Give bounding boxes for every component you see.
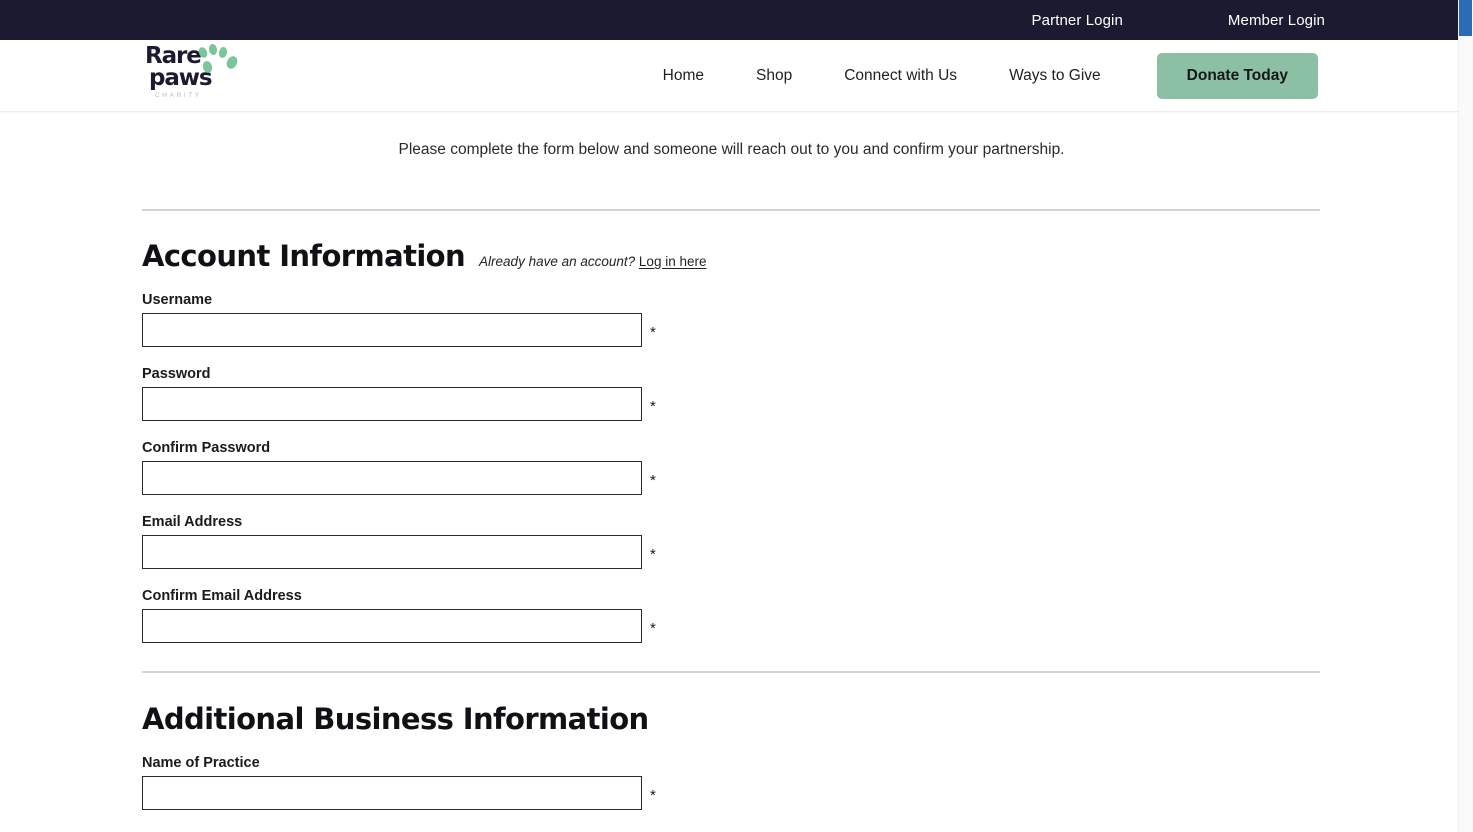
required-indicator: * bbox=[650, 786, 656, 804]
account-login-question: Already have an account? bbox=[479, 254, 636, 269]
intro-text: Please complete the form below and someo… bbox=[398, 141, 1065, 158]
page-content: Please complete the form below and someo… bbox=[0, 112, 1473, 810]
member-login-link[interactable]: Member Login bbox=[1228, 12, 1325, 29]
page-title: Account Information bbox=[142, 239, 466, 273]
nav-item-ways-to-give[interactable]: Ways to Give bbox=[1009, 67, 1101, 85]
field-confirm-email-address: Confirm Email Address * bbox=[142, 588, 1320, 643]
name-of-practice-input[interactable] bbox=[142, 776, 642, 810]
donate-today-button[interactable]: Donate Today bbox=[1156, 52, 1318, 99]
field-label-name-of-practice: Name of Practice bbox=[142, 755, 260, 771]
input-row: * bbox=[142, 387, 1320, 421]
additional-business-information-title: Additional Business Information bbox=[142, 702, 649, 736]
field-confirm-password: Confirm Password * bbox=[142, 440, 1320, 495]
account-information-header: Account Information Already have an acco… bbox=[142, 239, 1320, 273]
section-divider-top bbox=[142, 209, 1320, 211]
required-indicator: * bbox=[650, 323, 656, 341]
field-label-confirm-password: Confirm Password bbox=[142, 440, 271, 456]
nav-item-connect-with-us[interactable]: Connect with Us bbox=[844, 67, 957, 85]
confirm-password-input[interactable] bbox=[142, 461, 642, 495]
required-indicator: * bbox=[650, 619, 656, 637]
email-address-input[interactable] bbox=[142, 535, 642, 569]
required-indicator: * bbox=[650, 397, 656, 415]
partner-login-link[interactable]: Partner Login bbox=[1032, 12, 1123, 29]
logo-tagline: CHARITY bbox=[155, 91, 202, 99]
input-row: * bbox=[142, 535, 1320, 569]
nav-item-shop[interactable]: Shop bbox=[756, 67, 792, 85]
password-input[interactable] bbox=[142, 387, 642, 421]
site-logo[interactable]: Rare paws CHARITY bbox=[143, 42, 247, 106]
page-scrollbar[interactable] bbox=[1458, 0, 1473, 832]
confirm-email-address-input[interactable] bbox=[142, 609, 642, 643]
logo-line-2: paws bbox=[149, 64, 213, 91]
account-login-note: Already have an account? Log in here bbox=[479, 254, 706, 269]
form-container: Account Information Already have an acco… bbox=[142, 209, 1320, 810]
input-row: * bbox=[142, 313, 1320, 347]
username-input[interactable] bbox=[142, 313, 642, 347]
field-label-confirm-email-address: Confirm Email Address bbox=[142, 588, 302, 604]
log-in-here-link[interactable]: Log in here bbox=[639, 254, 707, 269]
field-password: Password * bbox=[142, 366, 1320, 421]
site-header: Rare paws CHARITY Home Shop Connect with… bbox=[0, 40, 1473, 112]
input-row: * bbox=[142, 776, 1320, 810]
field-label-username: Username bbox=[142, 292, 213, 308]
required-indicator: * bbox=[650, 471, 656, 489]
input-row: * bbox=[142, 461, 1320, 495]
field-label-email-address: Email Address bbox=[142, 514, 243, 530]
primary-nav: Home Shop Connect with Us Ways to Give D… bbox=[611, 52, 1473, 99]
field-name-of-practice: Name of Practice * bbox=[142, 755, 1320, 810]
field-username: Username * bbox=[142, 292, 1320, 347]
input-row: * bbox=[142, 609, 1320, 643]
nav-item-home[interactable]: Home bbox=[663, 67, 704, 85]
utility-bar: Partner Login Member Login bbox=[0, 0, 1473, 40]
field-label-password: Password bbox=[142, 366, 211, 382]
scrollbar-thumb[interactable] bbox=[1459, 0, 1472, 36]
required-indicator: * bbox=[650, 545, 656, 563]
field-email-address: Email Address * bbox=[142, 514, 1320, 569]
